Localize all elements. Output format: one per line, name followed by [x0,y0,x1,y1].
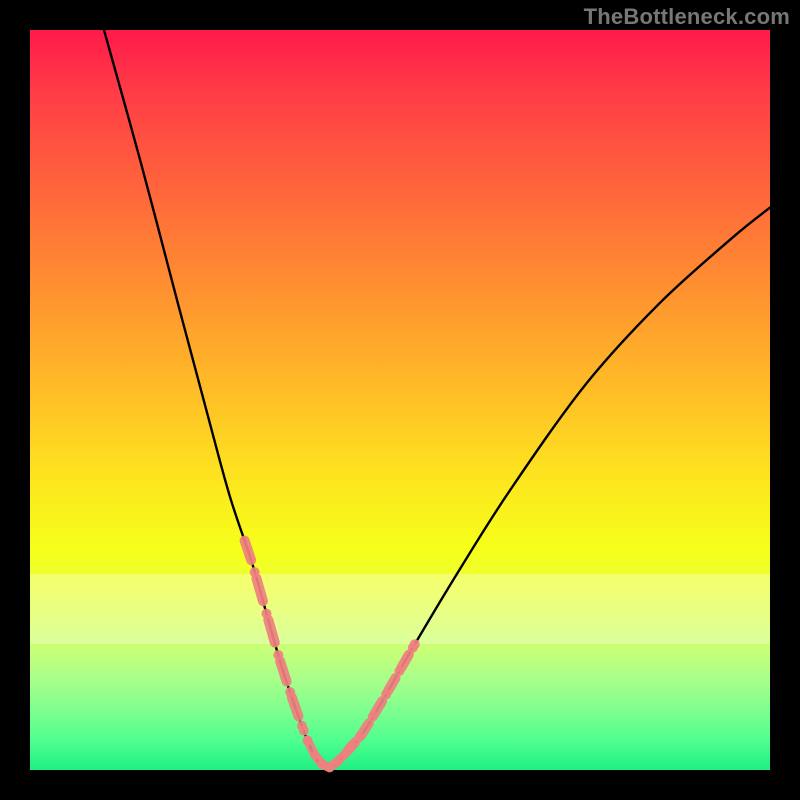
fit-dots [245,541,420,772]
bottleneck-curve [104,30,770,768]
chart-frame: TheBottleneck.com [0,0,800,800]
plot-outer [30,30,770,770]
bottleneck-curve-svg [30,30,770,770]
watermark-text: TheBottleneck.com [584,4,790,30]
